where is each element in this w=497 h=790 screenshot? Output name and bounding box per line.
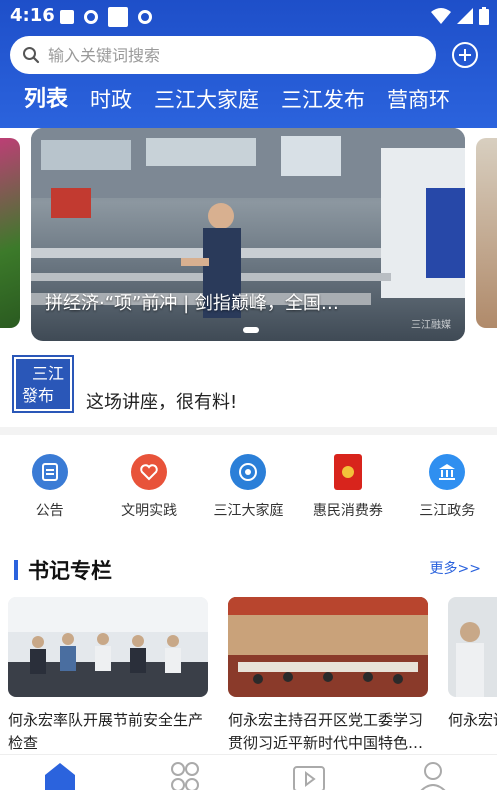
quick-item-label: 三江政务	[419, 503, 476, 519]
quick-item-family[interactable]: 三江大家庭	[199, 446, 298, 526]
carousel-current-slide[interactable]: 拼经济·“项”前冲 | 剑指巅峰，全国… 三江融媒	[31, 128, 465, 341]
news-card[interactable]: 何永宏率队开展节前安全生产检查	[8, 597, 208, 755]
card-title: 何永宏调研情况	[448, 711, 497, 729]
announcement-text: 这场讲座，很有料!	[86, 392, 238, 413]
announcement-row[interactable]: 三江 發布 这场讲座，很有料!	[0, 352, 497, 418]
more-link[interactable]: 更多>>	[430, 558, 481, 578]
add-button[interactable]	[451, 41, 479, 69]
quick-item-notice[interactable]: 公告	[0, 446, 99, 526]
logo-line-2: 發布	[22, 386, 55, 405]
card-image	[228, 597, 428, 697]
signal-icon	[457, 8, 473, 24]
sanjiang-release-logo: 三江 發布	[12, 355, 74, 413]
home-icon[interactable]	[43, 759, 77, 790]
video-icon[interactable]	[292, 759, 326, 790]
news-card[interactable]: 何永宏调研情况	[448, 597, 497, 755]
red-envelope-icon	[333, 454, 362, 490]
section-accent-bar	[14, 560, 18, 580]
profile-icon[interactable]	[416, 759, 450, 790]
app-header: 4:16 列表 时政 三江大家庭 三江发布 营商环	[0, 0, 497, 128]
news-card[interactable]: 何永宏主持召开区党工委学习贯彻习近平新时代中国特色…	[228, 597, 428, 755]
quick-item-label: 文明实践	[121, 503, 178, 519]
bottom-tab-bar	[0, 754, 497, 790]
government-building-icon	[429, 454, 466, 490]
logo-line-1: 三江	[31, 364, 64, 383]
quick-item-coupon[interactable]: 惠民消费券	[298, 446, 397, 526]
heart-hands-icon	[131, 454, 168, 490]
wifi-icon	[431, 8, 451, 24]
battery-icon	[479, 7, 489, 25]
card-image	[8, 597, 208, 697]
tab-politics[interactable]: 时政	[79, 84, 143, 120]
secretary-column-header: 书记专栏	[14, 555, 112, 585]
category-tabs: 列表 时政 三江大家庭 三江发布 营商环	[0, 84, 497, 120]
tab-sanjiang-release[interactable]: 三江发布	[270, 84, 376, 120]
quick-item-label: 公告	[35, 503, 64, 519]
quick-access-grid: 公告 文明实践 三江大家庭 惠民消费券 三江政务	[0, 446, 497, 526]
status-notification-icons	[60, 7, 152, 27]
carousel-caption: 拼经济·“项”前冲 | 剑指巅峰，全国…	[45, 293, 339, 314]
carousel-dot-active	[243, 327, 259, 333]
card-title: 何永宏主持召开区党工委学习贯彻习近平新时代中国特色…	[228, 711, 424, 752]
status-bar: 4:16	[0, 0, 497, 32]
quick-item-label: 惠民消费券	[312, 503, 383, 519]
search-bar[interactable]	[10, 36, 436, 74]
status-system-icons	[431, 7, 489, 25]
card-image	[448, 597, 497, 697]
section-title: 书记专栏	[28, 559, 112, 583]
carousel-next-slide[interactable]	[476, 138, 497, 328]
tab-sanjiang-family[interactable]: 三江大家庭	[143, 84, 270, 120]
tab-business[interactable]: 营商环	[376, 84, 461, 120]
apps-grid-icon[interactable]	[168, 759, 202, 790]
notification-square-icon	[108, 7, 128, 27]
search-icon	[23, 47, 40, 64]
quick-item-label: 三江大家庭	[213, 503, 284, 519]
secretary-column-cards: 何永宏率队开展节前安全生产检查 何永宏主持召开区党工委学习贯彻习近平新时代中国特…	[0, 597, 497, 757]
notification-app-icon	[60, 10, 74, 24]
section-divider	[0, 427, 497, 435]
tab-list[interactable]: 列表	[0, 84, 79, 120]
notice-icon	[31, 454, 68, 490]
circle-network-icon	[230, 454, 267, 490]
status-time: 4:16	[10, 5, 55, 26]
search-input[interactable]	[48, 45, 408, 65]
carousel-indicator	[243, 327, 259, 333]
carousel-watermark: 三江融媒	[411, 320, 451, 331]
quick-item-civilization[interactable]: 文明实践	[99, 446, 198, 526]
carousel-prev-slide[interactable]	[0, 138, 20, 328]
news-carousel[interactable]: 拼经济·“项”前冲 | 剑指巅峰，全国… 三江融媒	[0, 128, 497, 343]
notification-dot-icon	[84, 10, 98, 24]
notification-dot-icon-2	[138, 10, 152, 24]
quick-item-government[interactable]: 三江政务	[398, 446, 497, 526]
card-title: 何永宏率队开展节前安全生产检查	[8, 711, 204, 752]
